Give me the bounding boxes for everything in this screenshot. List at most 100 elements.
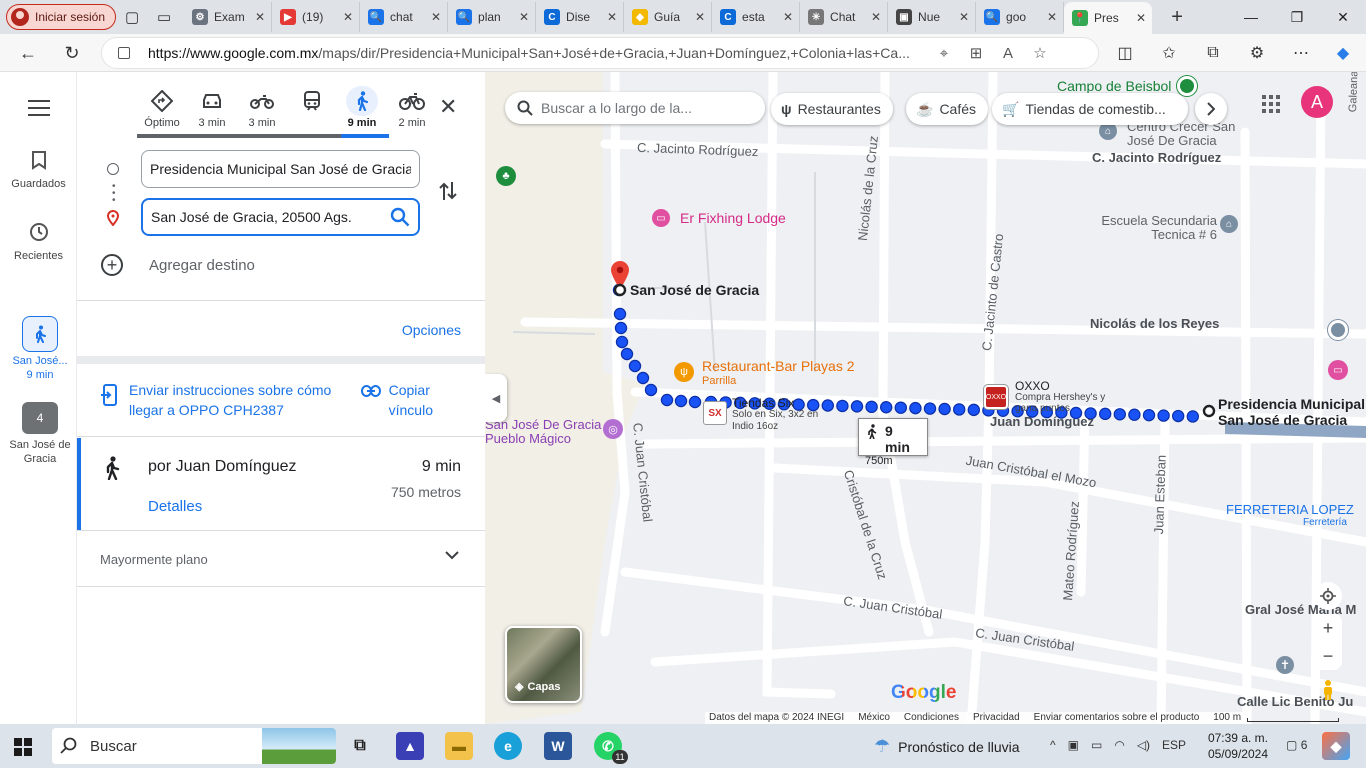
new-tab-button[interactable]: + (1162, 6, 1192, 29)
file-explorer-icon[interactable]: ▬ (445, 732, 473, 760)
taskbar-search[interactable]: Buscar (52, 728, 336, 764)
search-along-route-input[interactable]: Buscar a lo largo de la... (505, 92, 765, 124)
map-label-lodge[interactable]: Er Fixhing Lodge (680, 210, 786, 226)
zoom-out-button[interactable]: − (1314, 642, 1342, 670)
mode-transit[interactable] (287, 86, 337, 129)
pegman-icon[interactable] (1314, 676, 1342, 704)
tab-close-icon[interactable]: ✕ (255, 10, 265, 24)
map-label-presidencia[interactable]: Presidencia Municipal San José de Gracia (1218, 396, 1366, 428)
extensions-icon[interactable]: ⚙ (1242, 40, 1272, 66)
mode-optimal[interactable]: Óptimo (137, 86, 187, 129)
apps-grid-icon[interactable] (1261, 94, 1281, 114)
collapse-panel-button[interactable]: ◀ (485, 374, 507, 422)
tab-close-icon[interactable]: ✕ (695, 10, 705, 24)
chip-cafes[interactable]: ☕ Cafés (906, 93, 989, 125)
zoom-in-button[interactable]: + (1314, 614, 1342, 642)
swap-waypoints-icon[interactable] (439, 180, 457, 202)
task-view-icon[interactable]: ⧉ (346, 732, 374, 760)
url-field[interactable]: https://www.google.com.mx/maps/dir/Presi… (102, 38, 1098, 68)
recent-button[interactable]: Recientes (0, 222, 77, 262)
mode-motorcycle[interactable]: 3 min (237, 86, 287, 129)
landmark-pin-icon[interactable]: ◎ (603, 419, 623, 439)
add-destination-button[interactable]: + Agregar destino (101, 254, 255, 276)
browser-tab[interactable]: ◆ Guía ✕ (624, 2, 713, 32)
notifications-button[interactable]: ▢ 6 (1286, 738, 1307, 752)
six-store-icon[interactable]: SX (703, 401, 727, 425)
tab-close-icon[interactable]: ✕ (519, 10, 529, 24)
park-pin-icon[interactable]: ♣ (496, 166, 516, 186)
feedback-link[interactable]: Enviar comentarios sobre el producto (1034, 712, 1200, 724)
browser-tab[interactable]: ⚙ Exam ✕ (184, 2, 273, 32)
map-label-oxxo[interactable]: OXXO (1015, 379, 1050, 393)
map-label-campo[interactable]: Campo de Beisbol (1057, 78, 1171, 94)
tab-close-icon[interactable]: ✕ (871, 10, 881, 24)
browser-tab[interactable]: ▶ (19) ✕ (272, 2, 361, 32)
chevron-up-icon[interactable]: ^ (1050, 738, 1056, 752)
options-button[interactable]: Opciones (402, 322, 461, 338)
minimize-button[interactable]: — (1228, 0, 1274, 34)
word-icon[interactable]: W (544, 732, 572, 760)
mode-bike[interactable]: 2 min (387, 86, 437, 129)
close-directions-button[interactable]: ✕ (439, 94, 457, 120)
favorite-star-icon[interactable]: ☆ (1024, 44, 1056, 62)
origin-input[interactable]: Presidencia Municipal San José de Gracia (141, 150, 420, 188)
split-screen-icon[interactable]: ◫ (1110, 40, 1140, 66)
wifi-icon[interactable]: ◠ (1114, 738, 1124, 752)
tab-actions-icon[interactable]: ▭ (148, 3, 180, 31)
map-label-restaurant[interactable]: Restaurant-Bar Playas 2 (702, 358, 855, 374)
search-icon[interactable] (390, 207, 410, 227)
send-to-phone-link[interactable]: Enviar instrucciones sobre cómo llegar a… (101, 380, 355, 420)
browser-tab[interactable]: 🔍 goo ✕ (976, 2, 1065, 32)
browser-tab[interactable]: C Dise ✕ (536, 2, 625, 32)
my-location-button[interactable] (1314, 582, 1342, 610)
windows-start-icon[interactable] (14, 738, 32, 756)
recent-walk-route-button[interactable] (22, 316, 58, 352)
stadium-pin-icon[interactable] (1177, 76, 1197, 96)
tab-close-icon[interactable]: ✕ (1047, 10, 1057, 24)
favorites-icon[interactable]: ✩ (1154, 40, 1184, 66)
map-label-escuela[interactable]: Escuela Secundaria Tecnica # 6 (1091, 214, 1217, 242)
maximize-button[interactable]: ❐ (1274, 0, 1320, 34)
copy-link-button[interactable]: Copiar vínculo (360, 380, 471, 420)
clock[interactable]: 07:39 a. m. 05/09/2024 (1206, 730, 1268, 762)
account-avatar[interactable]: A (1301, 86, 1333, 118)
tab-close-icon[interactable]: ✕ (431, 10, 441, 24)
route-details-button[interactable]: Detalles (148, 498, 202, 515)
map-canvas[interactable]: ♣ ⌂ ⌂ ▭ ψ ◎ OXXO SX ▭ ✝ Campo de Beisbol… (485, 72, 1366, 724)
read-aloud-icon[interactable]: A (992, 45, 1024, 62)
chips-next-button[interactable] (1195, 93, 1227, 125)
destination-input[interactable]: San José de Gracia, 20500 Ags. (141, 198, 420, 236)
location-icon[interactable]: ⌖ (928, 45, 960, 62)
browser-tab[interactable]: 🔍 plan ✕ (448, 2, 537, 32)
weather-widget[interactable]: ☂ Pronóstico de lluvia (874, 736, 1020, 757)
country-link[interactable]: México (858, 712, 890, 724)
school-pin-icon[interactable]: ⌂ (1220, 215, 1238, 233)
tab-close-icon[interactable]: ✕ (783, 10, 793, 24)
map-label-pueblo-magico[interactable]: San José De Gracia Pueblo Mágico (485, 418, 603, 446)
recent-place-button[interactable]: 4 (22, 402, 58, 434)
tab-close-icon[interactable]: ✕ (607, 10, 617, 24)
place-pin-icon[interactable] (1328, 320, 1348, 340)
chevron-down-icon[interactable] (445, 550, 459, 560)
chip-restaurants[interactable]: ψ Restaurantes (771, 93, 893, 125)
map-label-san-jose[interactable]: San José de Gracia (630, 282, 759, 298)
hotel-pin-icon[interactable]: ▭ (652, 209, 670, 227)
app-icon[interactable]: ▲ (396, 732, 424, 760)
close-window-button[interactable]: ✕ (1320, 0, 1366, 34)
route-option-card[interactable]: por Juan Domínguez 9 min 750 metros Deta… (77, 438, 485, 530)
map-label-tiendas-six[interactable]: Tiendas Six (732, 396, 794, 410)
oxxo-store-icon[interactable]: OXXO (984, 385, 1008, 409)
terms-link[interactable]: Condiciones (904, 712, 959, 724)
browser-tab[interactable]: Cesta ✕ (712, 2, 801, 32)
menu-button[interactable] (28, 100, 50, 121)
battery-icon[interactable]: ▭ (1091, 738, 1102, 752)
camera-icon[interactable]: ▣ (1068, 738, 1079, 752)
back-button[interactable]: ← (10, 38, 46, 68)
workspaces-icon[interactable]: ▢ (116, 3, 148, 31)
edge-browser-icon[interactable]: e (494, 732, 522, 760)
hotel-pin-icon[interactable]: ▭ (1328, 360, 1348, 380)
mode-walk[interactable]: 9 min (337, 86, 387, 129)
browser-tab[interactable]: ▣ Nue ✕ (888, 2, 977, 32)
volume-icon[interactable]: ◁) (1137, 738, 1150, 752)
copilot-icon[interactable]: ◆ (1328, 40, 1358, 66)
